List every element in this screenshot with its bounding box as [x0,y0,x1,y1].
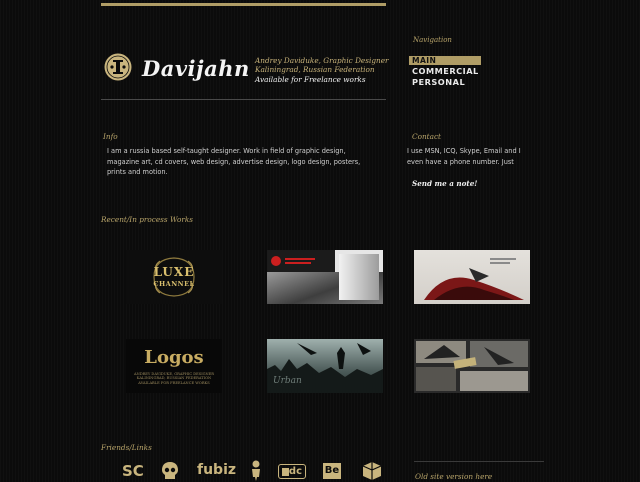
red-logo-icon [271,256,281,266]
top-accent-bar [101,3,386,6]
friends-links-row: SC fubiz dc Be [119,460,389,482]
figure-icon[interactable] [250,460,262,482]
logos-title: Logos [144,347,204,368]
logos-caption: ANDREY DAVIDUKE, GRAPHIC DESIGNER KALINI… [126,372,222,385]
contact-heading: Contact [412,132,441,141]
box-icon[interactable] [362,461,382,481]
tagline-availability: Available for Freelance works [255,74,366,84]
thumb-light-panel [339,254,379,300]
brand-logo-text[interactable]: Davijahn [142,56,250,81]
tagline-line: Kaliningrad, Russian Federation [255,65,375,75]
works-heading: Recent/In process Works [101,215,194,224]
work-thumb-urban[interactable]: Urban [267,339,383,393]
sc-icon[interactable]: SC [122,462,144,480]
fubiz-icon[interactable]: fubiz [197,462,236,478]
nav-heading: Navigation [413,36,452,44]
dc-icon[interactable]: dc [278,464,306,479]
info-text: I am a russia based self-taught designer… [107,147,361,176]
logo-emblem-icon[interactable] [104,53,132,81]
brand-tagline: Andrey Daviduke, Graphic Designer Kalini… [255,56,389,84]
urban-title: Urban [273,376,302,386]
red-line [285,262,311,264]
skull-icon[interactable] [161,461,179,481]
logos-caption-line: AVAILABLE FOR FREELANCE WORKS [138,380,210,385]
luxe-title: LUXE [153,265,195,279]
behance-icon[interactable]: Be [323,463,341,479]
work-thumb-comic[interactable] [414,339,530,393]
contact-text: I use MSN, ICQ, Skype, Email and I even … [407,147,521,166]
work-thumb-logos[interactable]: Logos ANDREY DAVIDUKE, GRAPHIC DESIGNER … [126,339,222,393]
luxe-subtitle: CHANNEL [153,280,195,288]
abstract-art-icon [424,258,524,300]
work-thumb-abstract-red[interactable] [414,250,530,304]
dc-square [282,468,289,476]
send-note-link[interactable]: Send me a note! [412,179,477,188]
info-heading: Info [103,132,118,141]
friends-heading: Friends/Links [101,443,152,452]
work-thumb-panels[interactable] [267,250,383,304]
old-site-divider [414,461,544,462]
comic-panels-icon [416,341,528,391]
red-line [285,258,315,260]
work-thumb-luxe-channel[interactable]: LUXE CHANNEL [126,250,222,304]
nav-item-label: MAIN [412,56,437,65]
nav-item-commercial[interactable]: COMMERCIAL [412,66,479,76]
nav-item-personal[interactable]: PERSONAL [412,77,465,87]
nav-item-main[interactable]: MAIN [409,56,481,65]
tagline-line: Andrey Daviduke, Graphic Designer [255,56,389,65]
dc-label: dc [288,466,302,477]
header-divider [101,99,386,100]
